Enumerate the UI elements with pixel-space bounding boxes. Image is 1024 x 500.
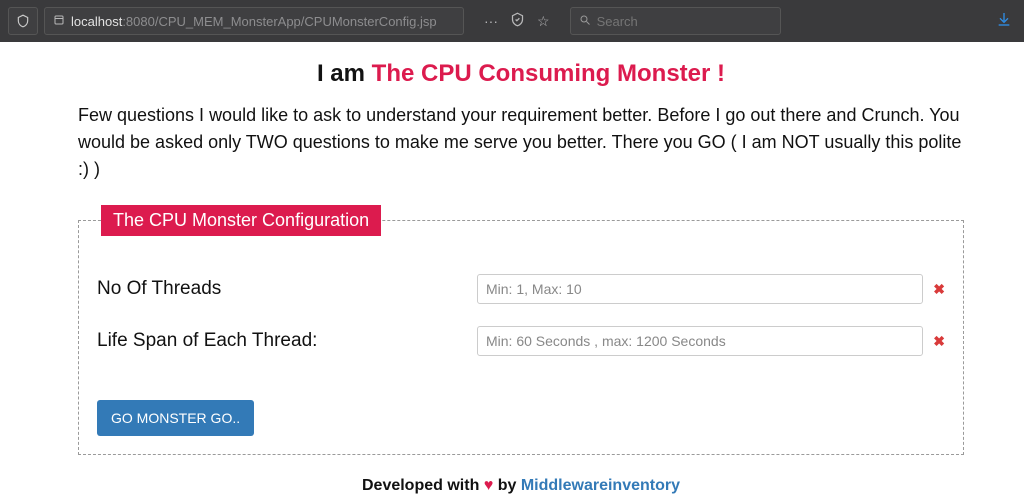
- url-host: localhost: [71, 14, 122, 29]
- bookmark-star-icon[interactable]: ☆: [537, 13, 550, 30]
- footer: Developed with ♥ by Middlewareinventory: [78, 477, 964, 495]
- lifespan-input[interactable]: [477, 326, 923, 356]
- page-info-icon: [53, 14, 65, 29]
- clear-lifespan-icon[interactable]: ✖: [933, 333, 945, 350]
- downloads-icon[interactable]: [996, 11, 1012, 32]
- threads-input[interactable]: [477, 274, 923, 304]
- url-text: localhost:8080/CPU_MEM_MonsterApp/CPUMon…: [71, 14, 437, 29]
- page-action-group: ··· ☆: [484, 12, 550, 30]
- footer-prefix: Developed with: [362, 477, 484, 494]
- title-prefix: I am: [317, 60, 372, 87]
- page-content: I am The CPU Consuming Monster ! Few que…: [0, 42, 1024, 495]
- heart-icon: ♥: [484, 477, 494, 494]
- threads-label: No Of Threads: [97, 278, 477, 300]
- title-highlight: The CPU Consuming Monster !: [372, 60, 725, 87]
- search-icon: [579, 14, 591, 29]
- footer-link[interactable]: Middlewareinventory: [521, 477, 680, 494]
- fieldset-legend: The CPU Monster Configuration: [101, 205, 381, 236]
- reader-mode-icon[interactable]: [510, 12, 525, 30]
- search-input[interactable]: [597, 14, 772, 29]
- go-monster-button[interactable]: GO MONSTER GO..: [97, 400, 254, 436]
- browser-chrome: localhost:8080/CPU_MEM_MonsterApp/CPUMon…: [0, 0, 1024, 42]
- search-bar[interactable]: [570, 7, 781, 35]
- clear-threads-icon[interactable]: ✖: [933, 281, 945, 298]
- config-fieldset: The CPU Monster Configuration No Of Thre…: [78, 205, 964, 455]
- page-title: I am The CPU Consuming Monster !: [78, 60, 964, 88]
- url-rest: :8080/CPU_MEM_MonsterApp/CPUMonsterConfi…: [122, 14, 436, 29]
- shield-icon: [16, 14, 30, 28]
- intro-paragraph: Few questions I would like to ask to und…: [78, 102, 964, 183]
- url-bar[interactable]: localhost:8080/CPU_MEM_MonsterApp/CPUMon…: [44, 7, 464, 35]
- footer-by: by: [493, 477, 521, 494]
- form-row-lifespan: Life Span of Each Thread: ✖: [97, 326, 945, 356]
- form-row-threads: No Of Threads ✖: [97, 274, 945, 304]
- lifespan-label: Life Span of Each Thread:: [97, 330, 477, 352]
- tracking-protection-button[interactable]: [8, 7, 38, 35]
- submit-row: GO MONSTER GO..: [97, 400, 945, 436]
- more-page-actions-icon[interactable]: ···: [484, 13, 498, 29]
